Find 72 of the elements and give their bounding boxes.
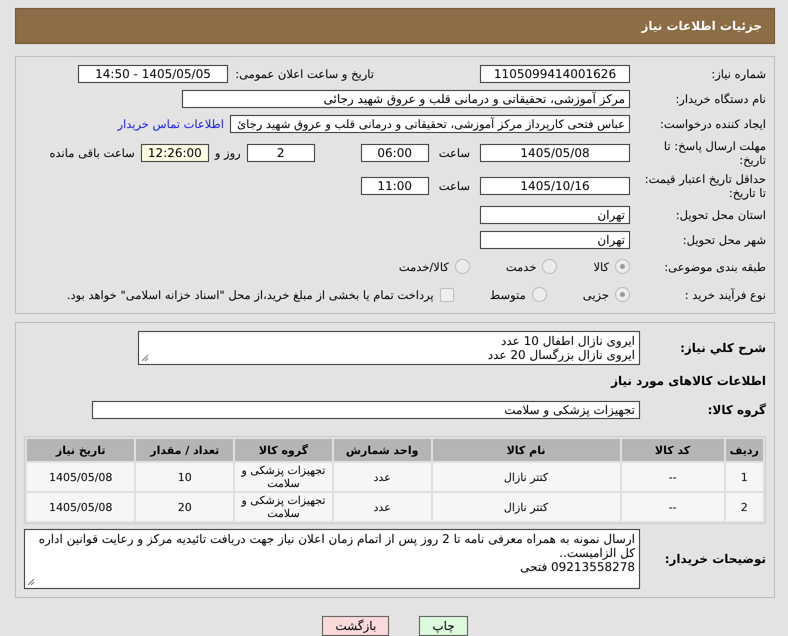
field-label: طبقه بندی موضوعی: xyxy=(663,260,766,274)
field-label: ایجاد کننده درخواست: xyxy=(659,117,766,131)
page-title: جزئیات اطلاعات نیاز xyxy=(641,19,762,33)
table-cell: تجهیزات پزشکی و سلامت xyxy=(235,463,332,491)
validity-date-field: 1405/10/16 xyxy=(480,177,630,195)
field-label: حداقل تاریخ اعتبار قیمت: تا تاریخ: xyxy=(644,172,766,200)
field-label: نام دستگاه خریدار: xyxy=(674,92,766,106)
description-field: ایروی نازال اطفال 10 عدد ایروی نازال بزرگسال 20 عدد xyxy=(138,331,640,365)
table-cell: 10 xyxy=(136,463,234,491)
radio-button[interactable] xyxy=(615,287,630,302)
print-button[interactable]: چاپ xyxy=(419,616,468,636)
option-label: خدمت xyxy=(506,260,536,274)
time-label: ساعت xyxy=(438,179,470,193)
option-label: کالا xyxy=(593,260,609,274)
radio-button[interactable] xyxy=(532,287,547,302)
table-cell: 20 xyxy=(136,493,234,521)
resize-grip-icon[interactable] xyxy=(27,578,35,586)
table-cell: 2 xyxy=(726,493,763,521)
table-cell: تجهیزات پزشکی و سلامت xyxy=(235,493,332,521)
table-cell: عدد xyxy=(334,463,431,491)
table-cell: کتتر نازال xyxy=(432,493,620,521)
section-title: اطلاعات کالاهای مورد نیاز xyxy=(611,374,766,388)
buyer-field: مرکز آموزشی، تحقیقاتی و درمانی قلب و عروق شهید رجائی xyxy=(182,90,630,108)
field-label: مهلت ارسال پاسخ: تا تاریخ: xyxy=(662,139,766,167)
table-cell: 1405/05/08 xyxy=(27,493,134,521)
field-label: گروه کالا: xyxy=(706,403,766,417)
back-button[interactable]: بازگشت xyxy=(322,616,390,636)
column-header: تاریخ نیاز xyxy=(27,439,134,461)
table-cell: -- xyxy=(622,463,724,491)
radio-button[interactable] xyxy=(454,259,470,274)
column-header: نام کالا xyxy=(432,439,620,461)
table-cell: 1405/05/08 xyxy=(27,463,134,491)
days-field: 2 xyxy=(246,144,315,162)
table-cell: کتتر نازال xyxy=(432,463,620,491)
field-label: استان محل تحویل: xyxy=(674,208,766,222)
field-label: شهر محل تحویل: xyxy=(682,233,766,247)
field-label: شماره نیاز: xyxy=(710,67,766,81)
field-label: توضیحات خریدار: xyxy=(664,552,766,566)
option-label: کالا/خدمت xyxy=(398,260,449,274)
field-label: نوع فرآیند خرید : xyxy=(684,288,766,302)
checkbox[interactable] xyxy=(440,288,454,302)
treasury-label: پرداخت تمام یا بخشی از مبلغ خرید،از محل "اسناد خزانه اسلامی" خواهد بود. xyxy=(66,288,434,302)
deadline-time-field: 06:00 xyxy=(360,144,429,162)
column-header: گروه کالا xyxy=(235,439,332,461)
validity-time-field: 11:00 xyxy=(360,177,429,195)
requester-field: عباس فتحی کارپرداز مرکز آموزشی، تحقیقاتی و درمانی قلب و عروق شهید رجائ xyxy=(230,115,630,133)
remaining-time-field: 12:26:00 xyxy=(140,144,209,162)
column-header: تعداد / مقدار xyxy=(136,439,234,461)
option-label: جزیی xyxy=(582,288,609,302)
field-label: تاریخ و ساعت اعلان عمومی: xyxy=(234,67,374,81)
table-cell: -- xyxy=(622,493,724,521)
table-cell: 1 xyxy=(726,463,763,491)
column-header: کد کالا xyxy=(622,439,724,461)
column-header: واحد شمارش xyxy=(334,439,431,461)
remaining-label: ساعت باقی مانده xyxy=(50,146,135,160)
days-label: روز و xyxy=(214,146,241,160)
radio-button[interactable] xyxy=(615,259,630,274)
table-cell: عدد xyxy=(334,493,431,521)
option-label: متوسط xyxy=(490,288,526,302)
announce-date-field: 1405/05/05 - 14:50 xyxy=(78,65,228,83)
time-label: ساعت xyxy=(438,146,470,160)
need-number-field: 1105099414001626 xyxy=(480,65,630,83)
column-header: ردیف xyxy=(726,439,763,461)
resize-grip-icon[interactable] xyxy=(141,354,149,362)
field-label: شرح کلي نياز: xyxy=(679,341,766,355)
city-field: تهران xyxy=(480,231,630,249)
radio-button[interactable] xyxy=(542,259,558,274)
province-field: تهران xyxy=(480,206,630,224)
buyer-notes-field: ارسال نمونه به همراه معرفی نامه تا 2 روز پس از اتمام زمان اعلان نیاز جهت دریافت تائیدیه مرکز و رعایت قوانین اداره کل الزامیست.. 09213558278 فتحی xyxy=(24,529,640,589)
buyer-contact-link[interactable]: اطلاعات تماس خریدار xyxy=(117,117,224,131)
deadline-date-field: 1405/05/08 xyxy=(480,144,630,162)
group-field: تجهیزات پزشکی و سلامت xyxy=(92,401,640,419)
